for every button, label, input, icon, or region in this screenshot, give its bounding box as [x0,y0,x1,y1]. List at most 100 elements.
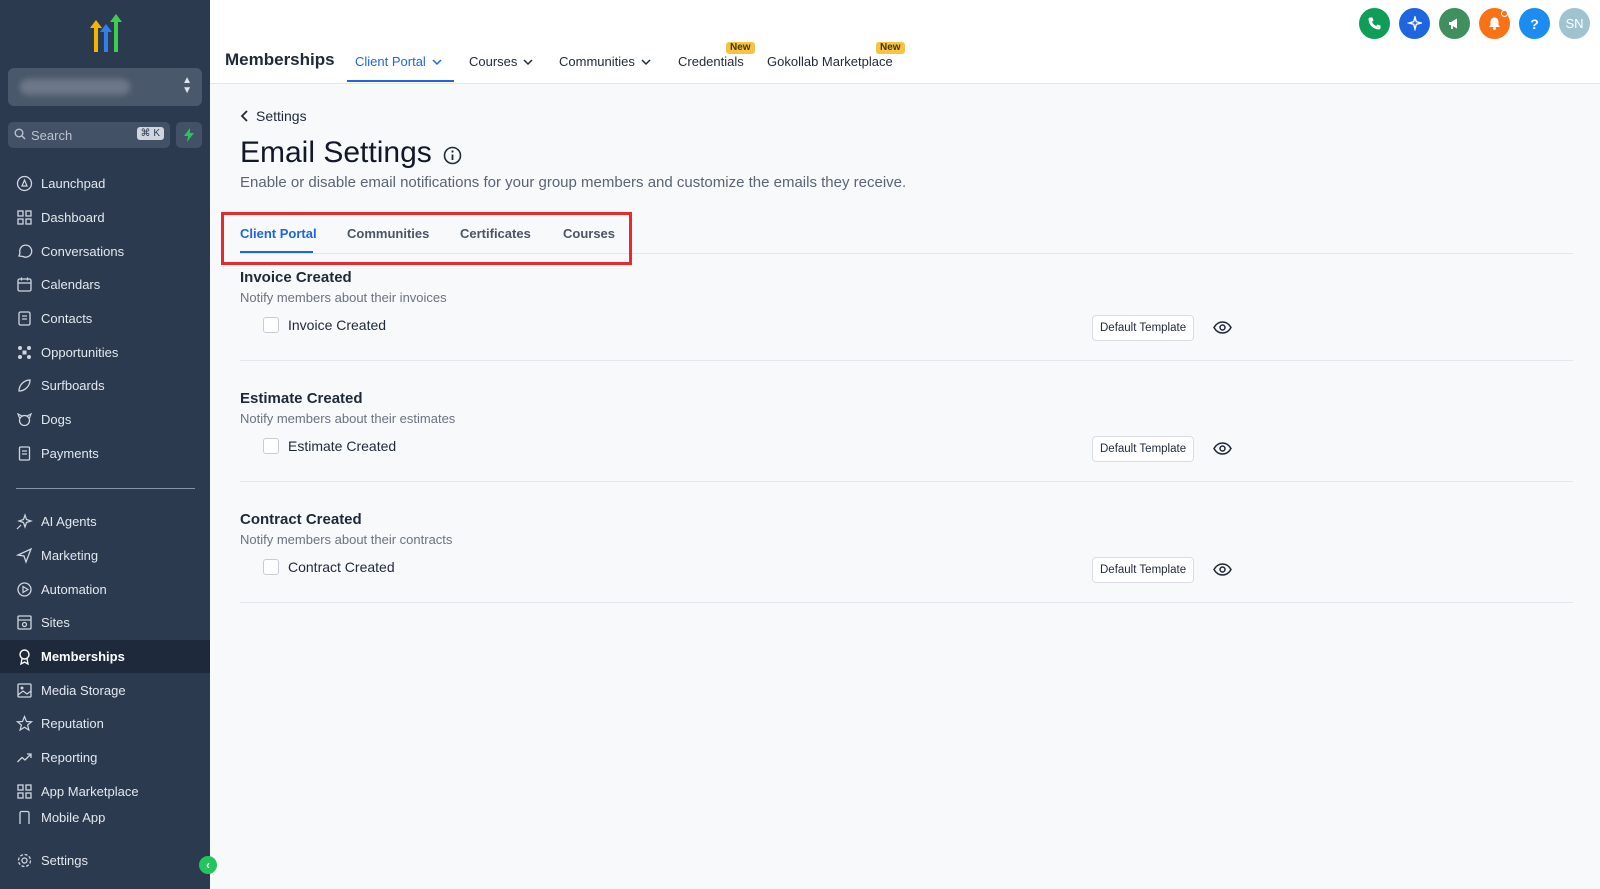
eye-icon[interactable] [1213,321,1232,334]
invoice-created-toggle[interactable]: Invoice Created [263,317,386,333]
default-template-button[interactable]: Default Template [1092,557,1195,583]
top-nav-label: Courses [469,54,518,69]
payments-icon [18,446,31,461]
star-icon [16,715,33,732]
active-nav-underline [347,80,454,82]
phone-button[interactable] [1359,8,1390,39]
eye-icon[interactable] [1213,442,1232,455]
quick-action-button[interactable] [176,122,202,148]
default-template-button[interactable]: Default Template [1092,436,1195,462]
mobile-icon [19,811,30,825]
top-nav-credentials[interactable]: Credentials [678,54,744,69]
sidebar-item-payments[interactable]: Payments [0,437,210,471]
section-description: Notify members about their invoices [240,290,447,305]
chevron-down-icon [523,54,533,69]
avatar-initials: SN [1565,16,1584,31]
top-nav-label: Communities [559,54,635,69]
top-actions: ? SN [1359,8,1590,39]
sidebar-item-launchpad[interactable]: Launchpad [0,167,210,201]
sidebar-item-label: Automation [41,581,107,597]
sidebar-item-calendars[interactable]: Calendars [0,268,210,302]
top-nav-label: Client Portal [355,54,426,69]
top-nav-courses[interactable]: Courses [469,54,533,69]
ai-assistant-button[interactable] [1399,8,1430,39]
sidebar-item-memberships[interactable]: Memberships [0,639,210,674]
top-nav-communities[interactable]: Communities [559,54,651,69]
top-nav-gokollab-marketplace[interactable]: Gokollab Marketplace [767,54,893,69]
back-link[interactable]: Settings [240,108,307,124]
sidebar-item-label: Media Storage [41,682,126,698]
sidebar-item-label: Settings [41,852,88,868]
account-name-blurred [20,79,130,95]
opportunities-icon [18,345,31,359]
checkbox[interactable] [263,317,279,333]
rocket-icon [16,176,33,192]
account-switcher[interactable]: ▲ ▼ [8,68,202,106]
new-badge: New [726,42,755,54]
section-divider [240,602,1573,603]
section-title: Contract Created [240,511,362,528]
sidebar-item-opportunities[interactable]: Opportunities [0,335,210,369]
sidebar-item-dashboard[interactable]: Dashboard [0,201,210,235]
section-divider [240,481,1573,482]
sidebar-item-conversations[interactable]: Conversations [0,234,210,268]
sparkle-icon [1407,16,1422,31]
top-bar: Memberships Client Portal Courses Commun… [210,0,1600,84]
sidebar-item-surfboards[interactable]: Surfboards [0,369,210,403]
contacts-icon [18,311,31,326]
sidebar-item-label: Opportunities [41,344,119,360]
sidebar-item-label: Marketing [41,548,99,564]
sidebar-item-automation[interactable]: Automation [0,572,210,606]
send-icon [16,547,33,564]
sidebar-item-ai-agents[interactable]: AI Agents [0,505,210,539]
sidebar-item-mobile-app[interactable]: Mobile App [0,808,210,825]
sidebar-item-media-storage[interactable]: Media Storage [0,673,210,707]
back-link-label: Settings [256,108,307,124]
sidebar-item-label: Conversations [41,243,125,259]
top-nav-label: Credentials [678,54,744,69]
phone-icon [1368,17,1381,30]
chevron-left-icon [240,110,248,122]
announcements-button[interactable] [1439,8,1470,39]
top-nav-client-portal[interactable]: Client Portal [355,54,442,69]
checkbox-label: Contract Created [288,559,395,575]
estimate-created-toggle[interactable]: Estimate Created [263,438,396,454]
section-title: Estimate Created [240,390,363,407]
sidebar-item-settings[interactable]: Settings [0,845,210,875]
membership-icon [19,649,30,666]
info-icon[interactable] [443,146,462,165]
checkbox[interactable] [263,559,279,575]
checkbox-label: Invoice Created [288,317,387,333]
notifications-button[interactable] [1479,8,1510,39]
sidebar-item-reputation[interactable]: Reputation [0,707,210,741]
checkbox-label: Estimate Created [288,438,397,454]
annotation-highlight-box [221,212,632,265]
sidebar-divider [16,488,195,489]
sidebar-item-reporting[interactable]: Reporting [0,741,210,775]
search-box[interactable]: Search ⌘ K [8,122,170,148]
sidebar-item-contacts[interactable]: Contacts [0,302,210,336]
section-description: Notify members about their estimates [240,411,456,426]
page-title: Email Settings [240,136,462,170]
sidebar-item-sites[interactable]: Sites [0,606,210,640]
sidebar-item-marketing[interactable]: Marketing [0,539,210,573]
sidebar-item-dogs[interactable]: Dogs [0,403,210,437]
sidebar-item-label: Contacts [41,311,93,327]
sidebar-item-label: Reputation [41,716,104,732]
default-template-button[interactable]: Default Template [1092,315,1195,341]
sidebar-item-label: Sites [41,615,70,631]
eye-icon[interactable] [1213,563,1232,576]
sparkle-icon [16,513,33,530]
sidebar-collapse-button[interactable]: ‹ [199,856,217,874]
avatar[interactable]: SN [1559,8,1590,39]
sidebar-nav-primary: Launchpad Dashboard Conversations Calend… [0,167,210,470]
search-icon [14,128,26,140]
grid-icon [17,210,32,225]
automation-icon [17,582,32,597]
contract-created-toggle[interactable]: Contract Created [263,559,395,575]
sidebar-item-label: Mobile App [41,810,106,825]
checkbox[interactable] [263,438,279,454]
sidebar-item-app-marketplace[interactable]: App Marketplace [0,775,210,809]
gear-icon [17,853,32,867]
help-button[interactable]: ? [1519,8,1550,39]
